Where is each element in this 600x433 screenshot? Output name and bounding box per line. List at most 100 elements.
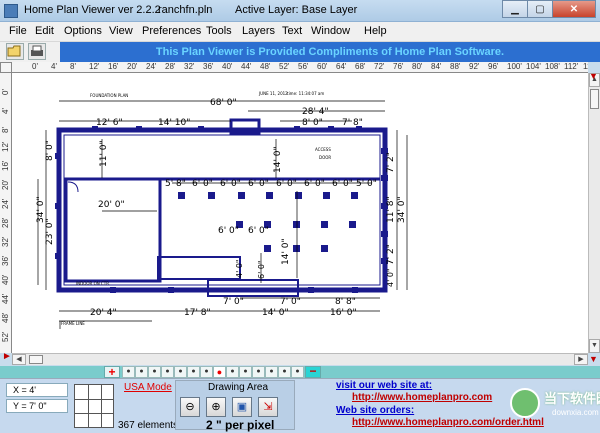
layer-tabs: ● ● ● ● ● ● ● ● ● ● ● ● ● ● [122, 366, 304, 378]
layer-tab[interactable]: ● [148, 366, 161, 378]
ruler-top-tick: 76' [393, 62, 404, 71]
zoom-in-button[interactable]: ⊕ [206, 397, 226, 417]
layer-tab[interactable]: ● [174, 366, 187, 378]
layer-tab[interactable]: ● [239, 366, 252, 378]
dim-8-0-top: 8' 0" [302, 118, 323, 128]
label-door: DOOR [319, 155, 331, 160]
close-button[interactable]: ✕ [552, 0, 596, 18]
layer-tab[interactable]: ● [187, 366, 200, 378]
add-layer-button[interactable]: + [104, 366, 120, 378]
label-indoor: INDOOR ON CTR. [76, 281, 110, 286]
arrow-right-icon: ▶ [578, 356, 584, 363]
dim-14-0-mid: 14' 0" [273, 146, 283, 173]
zoom-window-button[interactable]: ⇲ [258, 397, 278, 417]
horizontal-position-marker-icon: ► [2, 351, 12, 362]
layer-tab[interactable]: ● [252, 366, 265, 378]
dim-6-0-c: 6' 0" [248, 179, 269, 189]
layer-tab[interactable]: ● [291, 366, 304, 378]
menu-options[interactable]: Options [64, 25, 102, 37]
toolbar: This Plan Viewer is Provided Compliments… [0, 42, 600, 62]
print-button[interactable] [28, 43, 46, 60]
ruler-top-tick: 48' [260, 62, 271, 71]
remove-layer-button[interactable]: − [305, 365, 321, 378]
zoom-fit-button[interactable]: ▣ [232, 397, 252, 417]
layer-tab[interactable]: ● [265, 366, 278, 378]
maximize-button[interactable]: ▢ [527, 0, 552, 18]
layer-tab[interactable]: ● [135, 366, 148, 378]
ruler-top-tick: 40' [222, 62, 233, 71]
horizontal-scroll-thumb[interactable] [29, 355, 43, 364]
ruler-top-tick: 72' [374, 62, 385, 71]
ruler-top-tick: 56' [298, 62, 309, 71]
label-access: ACCESS [315, 147, 331, 152]
layer-tab[interactable]: ● [161, 366, 174, 378]
home-url-link[interactable]: http://www.homeplanpro.com [352, 392, 492, 403]
drawing-canvas[interactable]: FOUNDATION PLAN JUNE 11, 2012 time: 11:3… [12, 73, 588, 353]
vertical-scrollbar[interactable]: ▲ ▼ [588, 73, 600, 353]
menu-view[interactable]: View [109, 25, 133, 37]
scale-label: 2 " per pixel [206, 418, 275, 432]
zoom-out-button[interactable]: ⊖ [180, 397, 200, 417]
ruler-left-tick: 36' [1, 255, 10, 266]
watermark-logo-icon [510, 388, 540, 418]
layer-tab[interactable]: ● [278, 366, 291, 378]
ruler-top-tick: 44' [241, 62, 252, 71]
minimize-button[interactable]: ▁ [502, 0, 527, 18]
ruler-top-tick: 96' [488, 62, 499, 71]
dim-23-0: 23' 0" [45, 218, 55, 245]
dim-6-0-a: 6' 0" [192, 179, 213, 189]
minimize-icon: ▁ [511, 3, 519, 15]
zoom-window-icon: ⇲ [263, 401, 273, 413]
menu-help[interactable]: Help [364, 25, 387, 37]
dim-4-0-right: 4' 0" [386, 268, 395, 287]
ruler-top-tick: 116' [583, 62, 588, 71]
grid-picker[interactable] [74, 384, 114, 428]
menu-edit[interactable]: Edit [35, 25, 54, 37]
dim-11-0: 11' 0" [99, 140, 109, 167]
ruler-top-tick: 112' [564, 62, 579, 71]
layer-tab[interactable]: ● [122, 366, 135, 378]
dim-6-0-d: 6' 0" [276, 179, 297, 189]
dim-20-4: 20' 4" [90, 308, 117, 318]
ruler-top-tick: 20' [127, 62, 138, 71]
scroll-right-button[interactable]: ▶ [574, 354, 588, 365]
vertical-scroll-thumb[interactable] [590, 89, 599, 109]
menu-window[interactable]: Window [311, 25, 350, 37]
ruler-top-tick: 24' [146, 62, 157, 71]
usa-mode-link[interactable]: USA Mode [124, 382, 172, 393]
element-count: 367 elements [118, 420, 179, 431]
label-foundation: FOUNDATION PLAN [90, 93, 128, 98]
layer-tab[interactable]: ● [213, 366, 226, 378]
ruler-left-tick: 32' [1, 236, 10, 247]
ruler-top-tick: 32' [184, 62, 195, 71]
arrow-left-icon: ◀ [16, 356, 22, 363]
menu-bar: File Edit Options View Preferences Tools… [0, 22, 600, 42]
dim-7-0-a: 7' 0" [223, 297, 244, 307]
vertical-position-marker-icon: ▼ [589, 71, 598, 81]
app-icon [4, 4, 18, 18]
scroll-down-button[interactable]: ▼ [589, 339, 600, 353]
y-coordinate: Y = 7' 0" [6, 399, 68, 413]
menu-text[interactable]: Text [282, 25, 302, 37]
label-time: time: 11:34:07 am [287, 91, 324, 96]
layer-tab[interactable]: ● [200, 366, 213, 378]
dim-6-0-f: 6' 0" [332, 179, 353, 189]
layer-tab[interactable]: ● [226, 366, 239, 378]
dim-17-8: 17' 8" [184, 308, 211, 318]
menu-tools[interactable]: Tools [206, 25, 232, 37]
dim-8-0-left: 8' 0" [45, 140, 55, 161]
horizontal-scrollbar[interactable]: ◀ ▶ [12, 353, 588, 365]
open-button[interactable] [6, 43, 24, 60]
menu-layers[interactable]: Layers [242, 25, 275, 37]
dim-14-0-low: 14' 0" [281, 238, 291, 265]
scroll-left-button[interactable]: ◀ [12, 354, 26, 365]
ruler-left: 0' 4' 8' 12' 16' 20' 24' 28' 32' 36' 40' 44' 48' 52' [0, 73, 12, 353]
dim-6-0-b: 6' 0" [220, 179, 241, 189]
ruler-left-tick: 48' [1, 312, 10, 323]
zoom-in-icon: ⊕ [211, 401, 221, 413]
menu-preferences[interactable]: Preferences [142, 25, 201, 37]
menu-file[interactable]: File [9, 25, 27, 37]
dim-20-0: 20' 0" [98, 200, 125, 210]
ruler-top-tick: 100' [507, 62, 522, 71]
dim-8-8: 8' 8" [335, 297, 356, 307]
